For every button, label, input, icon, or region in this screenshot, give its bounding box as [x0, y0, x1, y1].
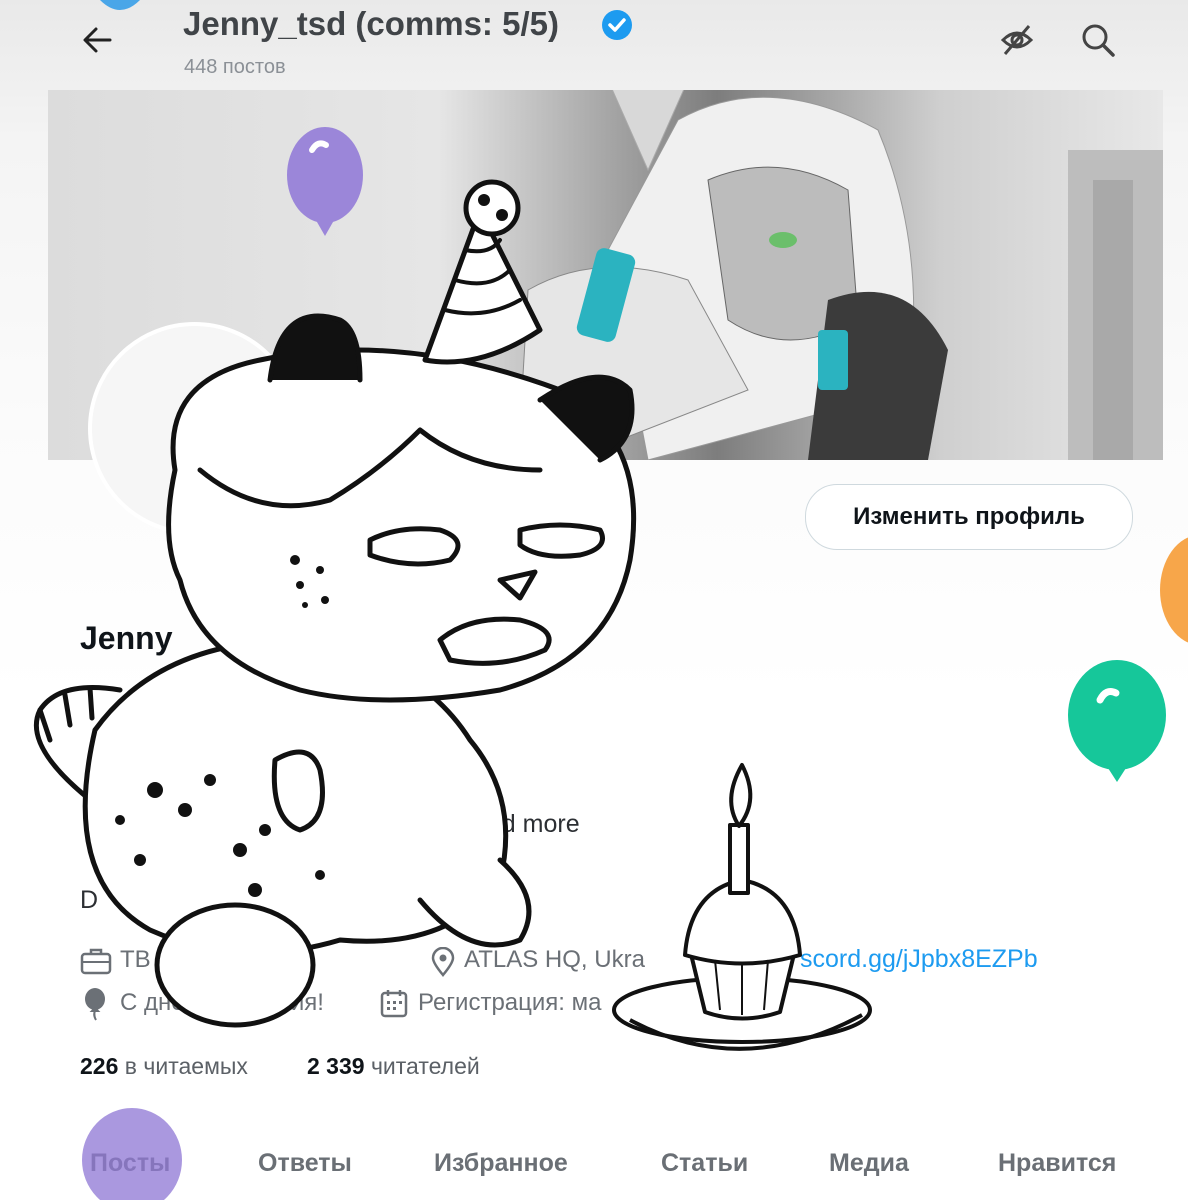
- profile-location: ATLAS HQ, Ukra: [464, 946, 645, 973]
- profile-birthday: С днем рождения!: [120, 989, 324, 1016]
- tab-posts[interactable]: Посты: [90, 1149, 170, 1178]
- page-title: Jenny_tsd (comms: 5/5): [183, 5, 559, 42]
- verified-badge-icon: [602, 10, 632, 40]
- profile-joined: Регистрация: ма: [418, 989, 602, 1016]
- orange-balloon: [1160, 537, 1188, 643]
- profile-bio: and more: [474, 810, 580, 838]
- following-label: в читаемых: [124, 1053, 248, 1079]
- following-stat[interactable]: 226 в читаемых: [80, 1053, 248, 1080]
- post-count: 448 постов: [184, 56, 286, 78]
- search-icon[interactable]: [1078, 20, 1118, 60]
- location-pin-icon: [431, 947, 455, 977]
- eye-off-icon[interactable]: [997, 20, 1037, 60]
- briefcase-icon: [80, 948, 112, 975]
- back-arrow-icon[interactable]: [78, 20, 118, 60]
- following-count: 226: [80, 1053, 119, 1079]
- green-balloon: [1068, 660, 1166, 782]
- followers-stat[interactable]: 2 339 читателей: [307, 1053, 480, 1080]
- tab-articles[interactable]: Статьи: [661, 1149, 748, 1178]
- balloon-icon: [85, 988, 105, 1021]
- tab-media[interactable]: Медиа: [829, 1149, 909, 1178]
- profile-link[interactable]: scord.gg/jJpbx8EZPb: [800, 945, 1038, 974]
- profile-job: TB: [120, 946, 151, 973]
- profile-name: Jenny: [80, 620, 173, 656]
- followers-label: читателей: [370, 1053, 480, 1079]
- calendar-icon: [380, 990, 408, 1018]
- edit-profile-button[interactable]: Изменить профиль: [805, 484, 1133, 550]
- avatar[interactable]: [88, 322, 301, 535]
- followers-count: 2 339: [307, 1053, 365, 1079]
- cupcake-illustration: [612, 763, 872, 1051]
- tab-replies[interactable]: Ответы: [258, 1149, 352, 1178]
- tab-likes[interactable]: Нравится: [998, 1149, 1116, 1178]
- tab-highlights[interactable]: Избранное: [434, 1149, 568, 1178]
- profile-bio-line: D: [80, 886, 99, 914]
